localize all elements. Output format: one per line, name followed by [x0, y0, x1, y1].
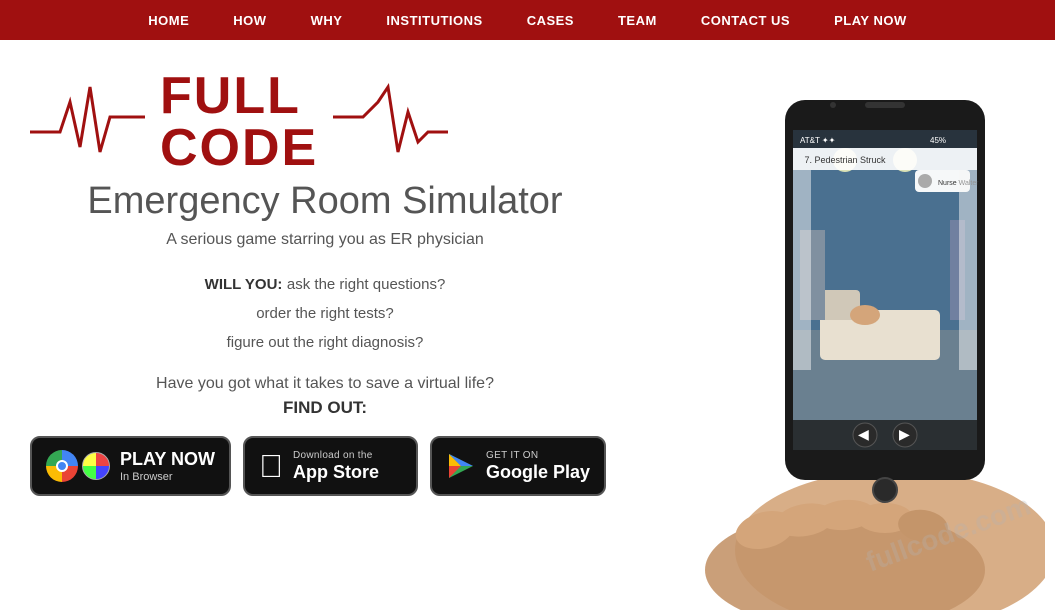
logo-area: FULL CODE: [30, 70, 620, 174]
googleplay-icon: [446, 451, 476, 481]
nav-home[interactable]: HOME: [126, 0, 211, 40]
svg-text:◀: ◀: [858, 426, 869, 442]
hero-left: FULL CODE Emergency Room Simulator A ser…: [20, 70, 620, 496]
appstore-small: Download on the: [293, 450, 379, 462]
main-content: FULL CODE Emergency Room Simulator A ser…: [0, 40, 1055, 605]
phone-mockup-svg: AT&T ✦✦ 45% 7. Pedestrian Struck Nurse W…: [645, 70, 1045, 610]
googleplay-text: GET IT ON Google Play: [486, 450, 590, 484]
play-now-sub: In Browser: [120, 471, 215, 484]
play-now-text: PLAY NOW In Browser: [120, 449, 215, 484]
svg-text:7. Pedestrian Struck: 7. Pedestrian Struck: [804, 155, 886, 165]
nav-institutions[interactable]: INSTITUTIONS: [364, 0, 504, 40]
play-now-big: PLAY NOW: [120, 449, 215, 471]
heartline-logo: FULL CODE: [30, 70, 448, 174]
chrome-icon: [46, 450, 78, 482]
tagline-sub: A serious game starring you as ER physic…: [30, 231, 620, 249]
heartline-left-svg: [30, 77, 160, 167]
appstore-text: Download on the App Store: [293, 450, 379, 484]
nav-contact[interactable]: CONTACT US: [679, 0, 812, 40]
svg-text:AT&T ✦✦: AT&T ✦✦: [800, 136, 836, 145]
will-you-section: WILL YOU: ask the right questions? order…: [30, 271, 620, 357]
tagline-main: Emergency Room Simulator: [30, 180, 620, 223]
logo-full: FULL: [160, 70, 318, 122]
will-you-item-1: ask the right questions?: [287, 276, 445, 293]
logo-text: FULL CODE: [160, 70, 318, 174]
apple-icon: : [259, 450, 283, 482]
phone-area: AT&T ✦✦ 45% 7. Pedestrian Struck Nurse W…: [635, 70, 1055, 610]
navbar: HOME HOW WHY INSTITUTIONS CASES TEAM CON…: [0, 0, 1055, 40]
svg-text:▶: ▶: [899, 426, 910, 442]
download-buttons: PLAY NOW In Browser  Download on the Ap…: [30, 436, 620, 496]
nav-how[interactable]: HOW: [211, 0, 288, 40]
will-you-item-2: order the right tests?: [256, 305, 394, 322]
gplay-triangle-svg: [447, 452, 475, 480]
googleplay-big: Google Play: [486, 462, 590, 484]
nav-cases[interactable]: CASES: [505, 0, 596, 40]
google-play-button[interactable]: GET IT ON Google Play: [430, 436, 606, 496]
heartline-right-svg: [318, 77, 448, 167]
googleplay-small: GET IT ON: [486, 450, 590, 462]
play-browser-icons: [46, 450, 110, 482]
nav-playnow[interactable]: PLAY NOW: [812, 0, 929, 40]
nav-why[interactable]: WHY: [289, 0, 365, 40]
logo-code: CODE: [160, 122, 318, 174]
find-out-text: FIND OUT:: [30, 398, 620, 418]
svg-text:45%: 45%: [930, 136, 946, 145]
appstore-big: App Store: [293, 462, 379, 484]
safari-icon: [82, 452, 110, 480]
app-store-button[interactable]:  Download on the App Store: [243, 436, 418, 496]
will-you-item-3: figure out the right diagnosis?: [227, 334, 424, 351]
nav-team[interactable]: TEAM: [596, 0, 679, 40]
cta-text: Have you got what it takes to save a vir…: [30, 375, 620, 393]
play-now-button[interactable]: PLAY NOW In Browser: [30, 436, 231, 496]
will-you-label: WILL YOU:: [205, 276, 283, 293]
